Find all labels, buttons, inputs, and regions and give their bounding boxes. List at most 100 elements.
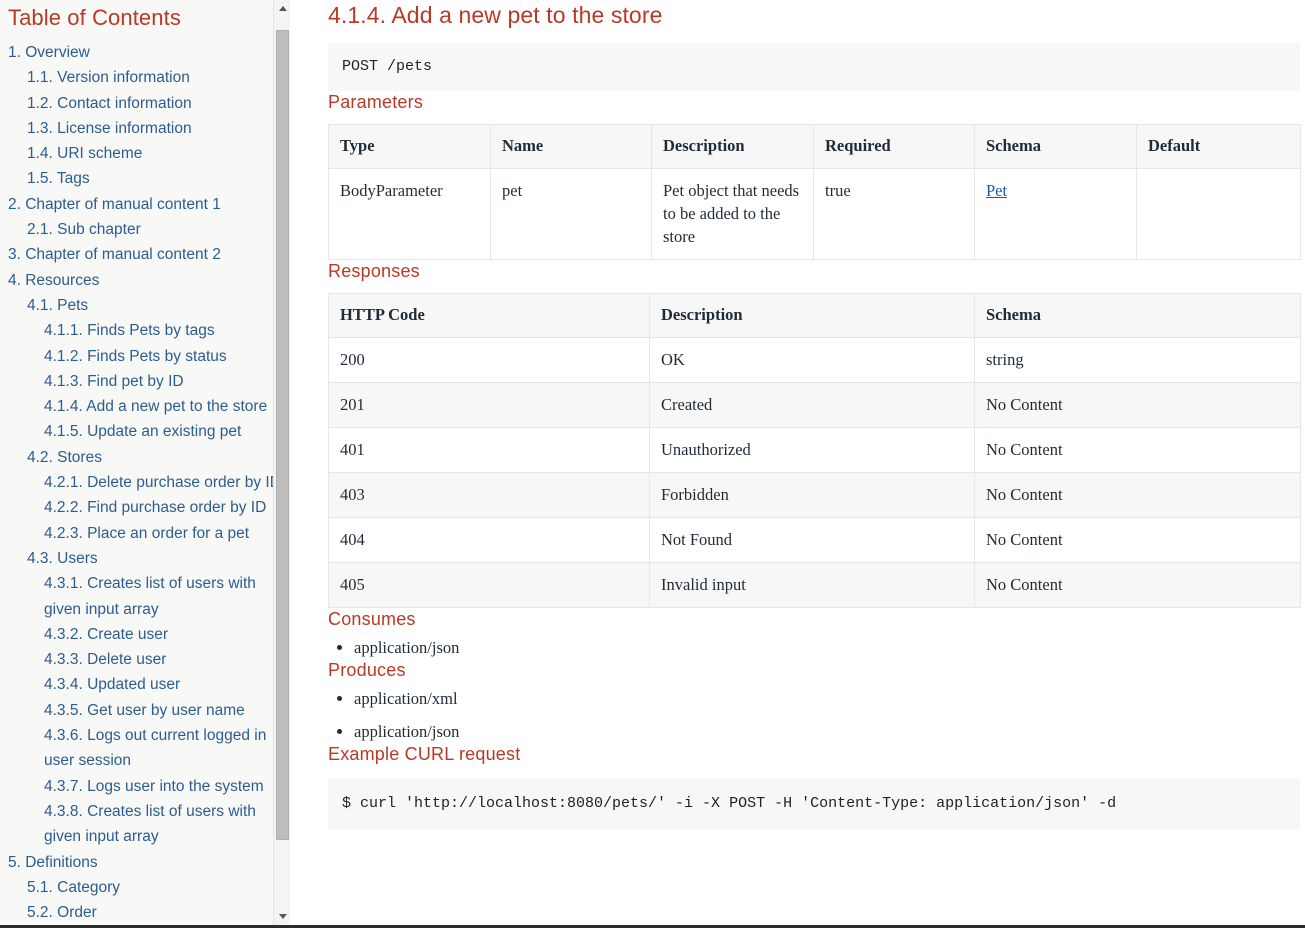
table-row: BodyParameter pet Pet object that needs … — [328, 168, 1301, 260]
cell-schema: No Content — [974, 472, 1301, 518]
toc-item-29[interactable]: 5. Definitions — [8, 850, 284, 875]
toc-item-6[interactable]: 2. Chapter of manual content 1 — [8, 192, 284, 217]
toc-item-11[interactable]: 4.1.1. Finds Pets by tags — [8, 318, 284, 343]
cell-type: BodyParameter — [328, 168, 491, 260]
toc-item-18[interactable]: 4.2.2. Find purchase order by ID — [8, 495, 284, 520]
main-content: 4.1.4. Add a new pet to the store POST /… — [290, 0, 1305, 925]
cell-name: pet — [490, 168, 652, 260]
table-row: 201 Created No Content — [328, 382, 1301, 428]
scrollbar-thumb[interactable] — [276, 30, 289, 840]
cell-code: 405 — [328, 562, 650, 608]
toc-item-26[interactable]: 4.3.6. Logs out current logged in user s… — [8, 723, 284, 774]
toc-item-22[interactable]: 4.3.2. Create user — [8, 622, 284, 647]
toc-item-1[interactable]: 1.1. Version information — [8, 65, 284, 90]
toc-title: Table of Contents — [8, 5, 181, 30]
cell-description: Invalid input — [649, 562, 975, 608]
table-row: 404 Not Found No Content — [328, 517, 1301, 563]
scroll-down-button[interactable] — [274, 908, 290, 925]
endpoint-code-block: POST /pets — [328, 43, 1300, 91]
table-row: 200 OK string — [328, 337, 1301, 383]
curl-code-block: $ curl 'http://localhost:8080/pets/' -i … — [328, 778, 1300, 830]
schema-link-pet[interactable]: Pet — [986, 181, 1007, 200]
sidebar-scrollbar[interactable] — [273, 0, 290, 925]
toc-item-8[interactable]: 3. Chapter of manual content 2 — [8, 242, 284, 267]
table-of-contents-sidebar: Table of Contents 1. Overview 1.1. Versio… — [0, 0, 290, 925]
toc-item-10[interactable]: 4.1. Pets — [8, 293, 284, 318]
cell-schema: No Content — [974, 517, 1301, 563]
cell-code: 200 — [328, 337, 650, 383]
cell-description: Unauthorized — [649, 427, 975, 473]
toc-item-7[interactable]: 2.1. Sub chapter — [8, 217, 284, 242]
produces-list: application/xml application/json — [328, 688, 1300, 743]
col-required: Required — [813, 124, 975, 169]
cell-schema: string — [974, 337, 1301, 383]
cell-description: Not Found — [649, 517, 975, 563]
cell-description: Created — [649, 382, 975, 428]
toc-item-14[interactable]: 4.1.4. Add a new pet to the store — [8, 394, 284, 419]
toc-item-3[interactable]: 1.3. License information — [8, 116, 284, 141]
cell-code: 401 — [328, 427, 650, 473]
cell-schema: Pet — [974, 168, 1137, 260]
toc-item-24[interactable]: 4.3.4. Updated user — [8, 672, 284, 697]
toc-item-15[interactable]: 4.1.5. Update an existing pet — [8, 419, 284, 444]
cell-schema: No Content — [974, 382, 1301, 428]
table-header-row: HTTP Code Description Schema — [328, 293, 1301, 338]
col-schema: Schema — [974, 293, 1301, 338]
table-row: 403 Forbidden No Content — [328, 472, 1301, 518]
toc-item-13[interactable]: 4.1.3. Find pet by ID — [8, 369, 284, 394]
toc-item-4[interactable]: 1.4. URI scheme — [8, 141, 284, 166]
toc-item-17[interactable]: 4.2.1. Delete purchase order by ID — [8, 470, 284, 495]
section-heading-curl: Example CURL request — [328, 744, 521, 764]
toc-item-25[interactable]: 4.3.5. Get user by user name — [8, 698, 284, 723]
section-heading-consumes: Consumes — [328, 609, 416, 629]
responses-table: HTTP Code Description Schema 200 OK string… — [328, 293, 1301, 608]
toc-item-16[interactable]: 4.2. Stores — [8, 445, 284, 470]
triangle-up-icon — [278, 6, 287, 11]
cell-schema: No Content — [974, 427, 1301, 473]
list-item: application/json — [354, 721, 1300, 743]
toc-item-0[interactable]: 1. Overview — [8, 40, 284, 65]
col-schema: Schema — [974, 124, 1137, 169]
toc-item-19[interactable]: 4.2.3. Place an order for a pet — [8, 521, 284, 546]
cell-schema: No Content — [974, 562, 1301, 608]
table-header-row: Type Name Description Required Schema De… — [328, 124, 1301, 169]
table-row: 401 Unauthorized No Content — [328, 427, 1301, 473]
cell-description: Pet object that needs to be added to the… — [651, 168, 814, 260]
toc-item-27[interactable]: 4.3.7. Logs user into the system — [8, 774, 284, 799]
toc-item-23[interactable]: 4.3.3. Delete user — [8, 647, 284, 672]
col-name: Name — [490, 124, 652, 169]
toc-list: 1. Overview 1.1. Version information 1.2. … — [0, 40, 290, 925]
toc-item-20[interactable]: 4.3. Users — [8, 546, 284, 571]
cell-description: OK — [649, 337, 975, 383]
toc-item-28[interactable]: 4.3.8. Creates list of users with given … — [8, 799, 284, 850]
page-title: 4.1.4. Add a new pet to the store — [328, 2, 663, 28]
section-heading-produces: Produces — [328, 660, 406, 680]
table-row: 405 Invalid input No Content — [328, 562, 1301, 608]
cell-code: 201 — [328, 382, 650, 428]
list-item: application/xml — [354, 688, 1300, 710]
toc-item-5[interactable]: 1.5. Tags — [8, 166, 284, 191]
documentation-page: Table of Contents 1. Overview 1.1. Versio… — [0, 0, 1305, 928]
col-type: Type — [328, 124, 491, 169]
toc-item-21[interactable]: 4.3.1. Creates list of users with given … — [8, 571, 284, 622]
cell-code: 403 — [328, 472, 650, 518]
consumes-list: application/json — [328, 637, 1300, 659]
toc-item-31[interactable]: 5.2. Order — [8, 900, 284, 925]
scroll-up-button[interactable] — [274, 0, 290, 17]
toc-item-12[interactable]: 4.1.2. Finds Pets by status — [8, 344, 284, 369]
col-description: Description — [651, 124, 814, 169]
toc-item-2[interactable]: 1.2. Contact information — [8, 91, 284, 116]
col-http-code: HTTP Code — [328, 293, 650, 338]
toc-item-9[interactable]: 4. Resources — [8, 268, 284, 293]
section-heading-parameters: Parameters — [328, 92, 424, 112]
section-heading-responses: Responses — [328, 261, 420, 281]
col-description: Description — [649, 293, 975, 338]
parameters-table: Type Name Description Required Schema De… — [328, 124, 1301, 260]
list-item: application/json — [354, 637, 1300, 659]
cell-code: 404 — [328, 517, 650, 563]
triangle-down-icon — [278, 914, 287, 919]
cell-required: true — [813, 168, 975, 260]
toc-item-30[interactable]: 5.1. Category — [8, 875, 284, 900]
cell-description: Forbidden — [649, 472, 975, 518]
cell-default — [1136, 168, 1301, 260]
